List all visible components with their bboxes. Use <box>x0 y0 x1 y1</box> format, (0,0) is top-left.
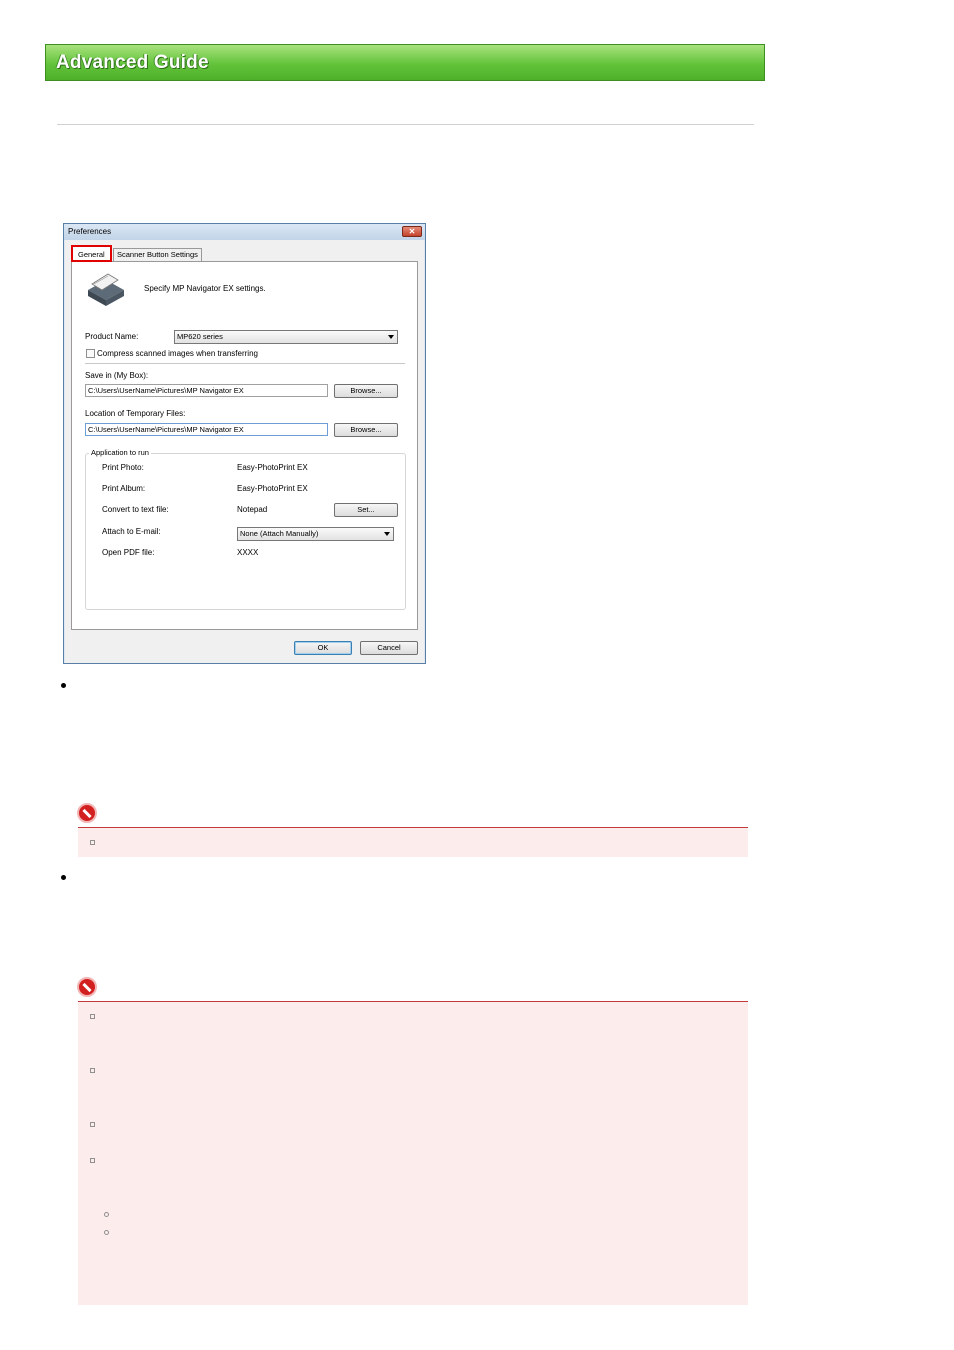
bullet <box>61 683 66 688</box>
list-marker <box>90 1122 95 1127</box>
chevron-down-icon <box>384 532 390 536</box>
dialog-title: Preferences <box>68 227 112 236</box>
attach-select[interactable]: None (Attach Manually) <box>237 527 394 541</box>
sub-list-marker <box>104 1230 109 1235</box>
product-name-value: MP620 series <box>177 332 223 341</box>
attach-value: None (Attach Manually) <box>240 529 319 538</box>
important-icon <box>77 803 97 823</box>
save-in-field[interactable]: C:\Users\UserName\Pictures\MP Navigator … <box>85 384 328 397</box>
open-pdf-value: XXXX <box>237 548 259 557</box>
print-photo-value: Easy-PhotoPrint EX <box>237 463 308 472</box>
close-button[interactable]: ✕ <box>402 226 422 237</box>
important-box <box>78 1001 748 1305</box>
page-banner: Advanced Guide <box>45 44 765 81</box>
preferences-dialog: Preferences ✕ General Scanner Button Set… <box>63 223 426 664</box>
print-album-label: Print Album: <box>102 484 146 493</box>
bullet <box>61 875 66 880</box>
important-icon <box>77 977 97 997</box>
dialog-titlebar: Preferences ✕ <box>64 224 425 240</box>
compress-checkbox[interactable] <box>86 349 95 358</box>
print-album-value: Easy-PhotoPrint EX <box>237 484 308 493</box>
temp-files-label: Location of Temporary Files: <box>85 409 186 418</box>
temp-files-field[interactable]: C:\Users\UserName\Pictures\MP Navigator … <box>85 423 328 436</box>
banner-title: Advanced Guide <box>56 52 209 73</box>
save-in-label: Save in (My Box): <box>85 371 149 380</box>
list-marker <box>90 1068 95 1073</box>
convert-value: Notepad <box>237 505 268 514</box>
product-name-select[interactable]: MP620 series <box>174 330 398 344</box>
important-box <box>78 827 748 857</box>
cancel-button[interactable]: Cancel <box>360 641 418 655</box>
convert-label: Convert to text file: <box>102 505 169 514</box>
tab-general[interactable]: General <box>71 245 112 262</box>
browse-button-temp[interactable]: Browse... <box>334 423 398 437</box>
dialog-client: General Scanner Button Settings Specify … <box>65 240 424 663</box>
list-marker <box>90 1014 95 1019</box>
apps-group-label: Application to run <box>89 448 151 457</box>
sub-list-marker <box>104 1212 109 1217</box>
tab-scanner-button-settings[interactable]: Scanner Button Settings <box>113 248 202 261</box>
dialog-description: Specify MP Navigator EX settings. <box>144 284 266 293</box>
open-pdf-label: Open PDF file: <box>102 548 155 557</box>
ok-button[interactable]: OK <box>294 641 352 655</box>
list-marker <box>90 840 95 845</box>
chevron-down-icon <box>388 335 394 339</box>
scanner-icon <box>88 273 124 306</box>
browse-button-save[interactable]: Browse... <box>334 384 398 398</box>
print-photo-label: Print Photo: <box>102 463 144 472</box>
compress-label: Compress scanned images when transferrin… <box>97 349 258 358</box>
list-marker <box>90 1158 95 1163</box>
product-name-label: Product Name: <box>85 332 139 341</box>
set-button[interactable]: Set... <box>334 503 398 517</box>
general-panel: Specify MP Navigator EX settings. Produc… <box>71 261 418 630</box>
separator <box>85 363 405 364</box>
attach-label: Attach to E-mail: <box>102 527 161 536</box>
divider <box>57 124 754 125</box>
